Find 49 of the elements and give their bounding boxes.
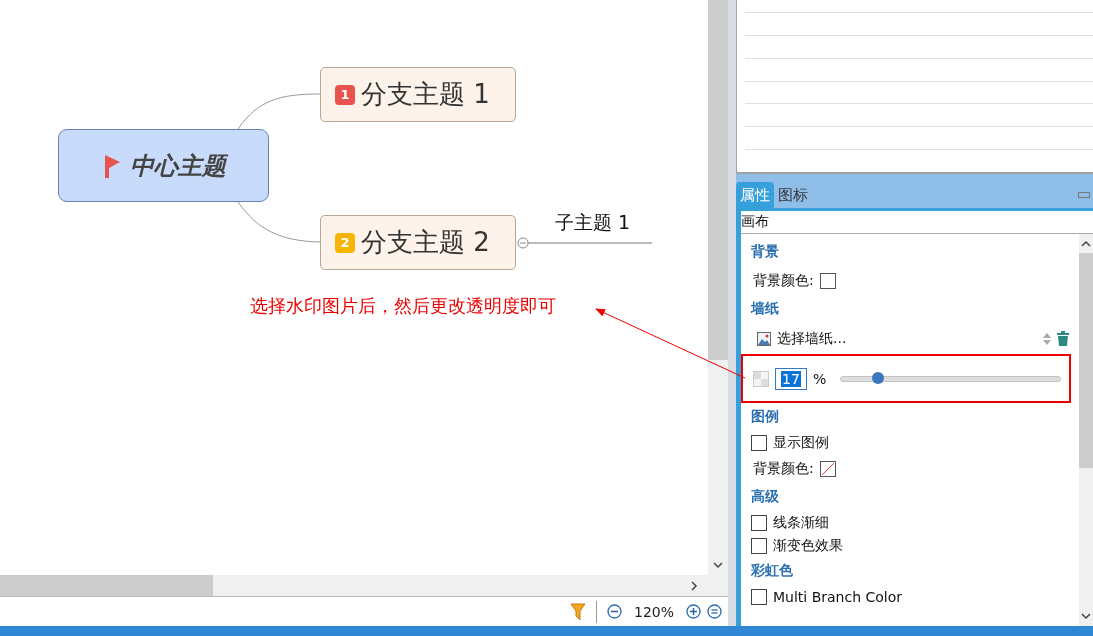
- subtopic-label[interactable]: 子主题 1: [555, 210, 631, 236]
- zoom-level: 120%: [633, 603, 674, 620]
- slider-thumb[interactable]: [872, 371, 885, 384]
- opacity-slider[interactable]: [840, 375, 1061, 382]
- branch-topic-label: 分支主题 2: [361, 226, 490, 259]
- vertical-scrollbar[interactable]: [1079, 234, 1093, 626]
- percent-label: %: [813, 370, 827, 387]
- image-icon: [757, 331, 771, 346]
- trash-icon[interactable]: [1057, 331, 1069, 346]
- color-swatch[interactable]: [819, 460, 836, 477]
- opacity-input[interactable]: 17: [775, 367, 807, 390]
- color-swatch[interactable]: [819, 272, 836, 289]
- checkbox[interactable]: [751, 588, 767, 605]
- color-label: 背景颜色:: [753, 271, 814, 290]
- horizontal-scrollbar[interactable]: [0, 575, 728, 597]
- section-title: 墙纸: [751, 299, 780, 318]
- checkbox[interactable]: [751, 537, 767, 554]
- choose-wallpaper-button[interactable]: 选择墙纸...: [777, 329, 847, 348]
- branch-topic-label: 分支主题 1: [361, 78, 490, 111]
- checkbox-label[interactable]: 线条渐细: [773, 513, 829, 532]
- transparency-icon: [753, 370, 769, 387]
- scroll-up-icon[interactable]: [1081, 240, 1091, 247]
- zoom-in-icon[interactable]: [686, 604, 701, 619]
- panel-tab[interactable]: 图标: [774, 182, 812, 208]
- checkbox-label[interactable]: 显示图例: [773, 433, 829, 452]
- panel-heading: 画布: [741, 211, 1093, 234]
- filter-icon[interactable]: [569, 602, 586, 621]
- color-label: 背景颜色:: [753, 459, 814, 478]
- vertical-scrollbar[interactable]: [708, 0, 728, 575]
- fit-zoom-icon[interactable]: [707, 604, 722, 619]
- section-title: 背景: [751, 242, 780, 261]
- checkbox[interactable]: [751, 434, 767, 451]
- checkbox-label[interactable]: 渐变色效果: [773, 536, 843, 555]
- scroll-down-icon[interactable]: [713, 562, 723, 569]
- checkbox-label[interactable]: Multi Branch Color: [773, 588, 903, 605]
- branch-topic[interactable]: 1 分支主题 1: [320, 67, 516, 122]
- priority-badge: 1: [335, 84, 355, 105]
- annotation-text: 选择水印图片后，然后更改透明度即可: [250, 295, 556, 318]
- scroll-right-icon[interactable]: [691, 581, 698, 591]
- section-title: 高级: [751, 487, 780, 506]
- checkbox[interactable]: [751, 514, 767, 531]
- central-topic-label: 中心主题: [129, 150, 226, 182]
- central-topic[interactable]: 中心主题: [58, 129, 269, 202]
- priority-badge: 2: [335, 232, 355, 253]
- section-title: 图例: [751, 407, 780, 426]
- scroll-down-icon[interactable]: [1081, 613, 1091, 620]
- section-title: 彩虹色: [751, 561, 794, 580]
- zoom-out-icon[interactable]: [606, 604, 622, 619]
- branch-topic[interactable]: 2 分支主题 2: [320, 215, 516, 270]
